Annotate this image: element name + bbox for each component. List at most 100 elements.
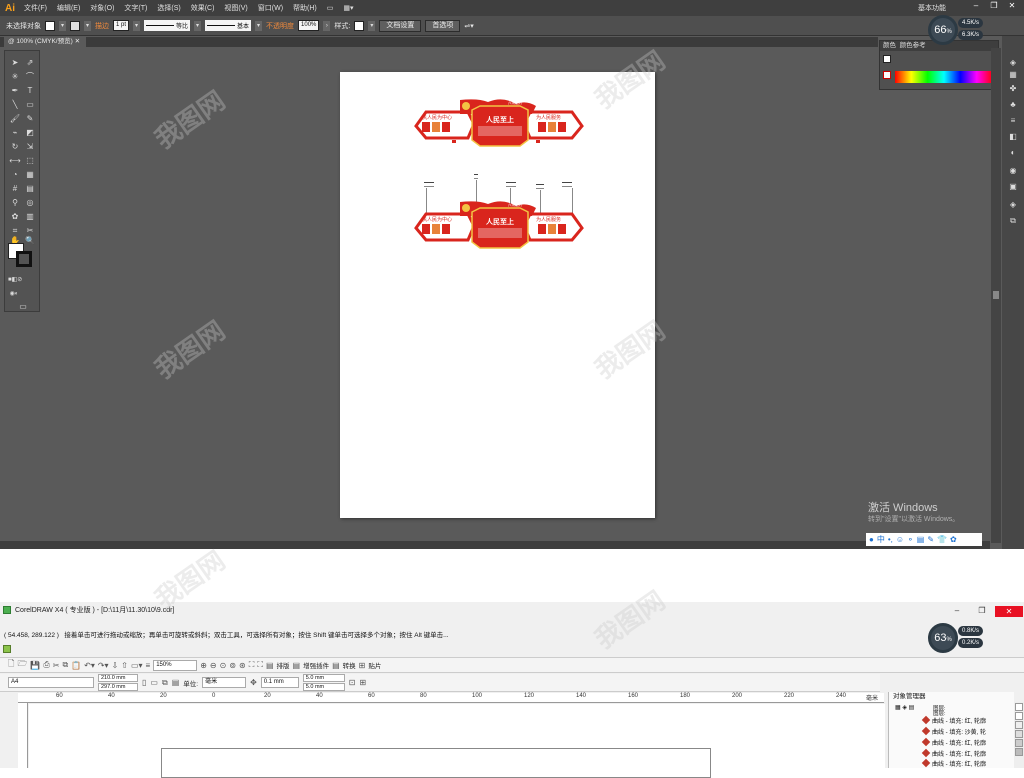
magic-wand-icon[interactable]: ✳ <box>9 71 21 82</box>
page-height-field[interactable]: 297.0 mm <box>98 683 138 691</box>
unit-select[interactable]: 毫米 <box>202 677 247 688</box>
perspective-grid-icon[interactable]: ▦ <box>24 169 36 180</box>
blend-tool-icon[interactable]: ◎ <box>24 197 36 208</box>
zoom-page-icon[interactable]: ⊛ <box>239 661 246 670</box>
chevron-down-icon[interactable]: ▾ <box>133 20 141 31</box>
layout-icon[interactable]: ▤ <box>266 661 274 670</box>
draw-mode-icon[interactable]: ◉◐ <box>8 289 20 300</box>
document-setup-button[interactable]: 文档设置 <box>379 19 422 32</box>
color-guide-icon[interactable]: ◈ <box>1007 58 1019 68</box>
preferences-button[interactable]: 首选项 <box>425 19 461 32</box>
selection-tool-icon[interactable]: ➤ <box>9 57 21 68</box>
convert-button[interactable]: 转换 <box>343 660 356 670</box>
variable-width-profile[interactable]: 等比 <box>144 20 191 31</box>
menu-view[interactable]: 视图(V) <box>219 3 252 13</box>
export-icon[interactable]: ⇧ <box>121 661 128 670</box>
close-tab-icon[interactable]: ✕ <box>75 38 80 45</box>
ime-toolbar[interactable]: ● 中 •, ☺ ⚬ ▤ ✎ 👕 ✿ <box>866 533 982 546</box>
convert-icon[interactable]: ▤ <box>332 661 340 670</box>
corel-online-icon[interactable]: ≡ <box>146 661 151 670</box>
appearance-icon[interactable]: ◉ <box>1007 166 1019 176</box>
zoom-level-select[interactable]: 150% <box>153 659 198 671</box>
palette-swatch[interactable] <box>1015 739 1023 747</box>
color-spectrum[interactable] <box>895 71 993 83</box>
zoom-tool-icon[interactable]: 🔍 <box>24 235 36 246</box>
brushes-icon[interactable]: ✤ <box>1007 84 1019 94</box>
arrange-docs-icon[interactable]: ▦▾ <box>338 4 358 12</box>
new-icon[interactable]: 🗋 <box>8 658 14 672</box>
chevron-down-icon[interactable]: ▾ <box>194 20 202 31</box>
workspace-switcher[interactable]: 基本功能 <box>918 3 946 13</box>
settings-icon[interactable]: ✿ <box>950 535 957 544</box>
gradient-icon[interactable]: ◧ <box>1007 132 1019 142</box>
menu-object[interactable]: 对象(O) <box>85 3 119 13</box>
stroke-icon[interactable]: ≡ <box>1007 116 1019 126</box>
copy-icon[interactable]: ⧉ <box>62 660 68 670</box>
color-mode-icon[interactable]: ■◧⊘ <box>8 275 22 286</box>
eraser-icon[interactable]: ◩ <box>24 127 36 138</box>
free-transform-icon[interactable]: ⬚ <box>24 155 36 166</box>
cut-icon[interactable]: ✂ <box>53 661 60 670</box>
shape-builder-icon[interactable]: ◔ <box>9 169 21 180</box>
app-launcher-icon[interactable]: ▭▾ <box>131 661 143 670</box>
drawing-canvas[interactable] <box>29 704 885 778</box>
gradient-tool-icon[interactable]: ▤ <box>24 183 36 194</box>
zoom-all-icon[interactable]: ⊚ <box>229 661 236 670</box>
width-tool-icon[interactable]: ⟷ <box>9 155 21 166</box>
palette-swatch[interactable] <box>1015 748 1023 756</box>
object-list-item[interactable]: 曲线 - 填充: 红, 轮廓 <box>923 716 986 725</box>
all-pages-icon[interactable]: ⧉ <box>162 678 168 688</box>
close-button[interactable]: ✕ <box>1004 1 1020 11</box>
opacity-label[interactable]: 不透明度 <box>266 21 294 31</box>
landscape-icon[interactable]: ▭ <box>150 678 158 687</box>
chevron-down-icon[interactable]: ▾ <box>368 20 376 31</box>
duplicate-y-field[interactable]: 5.0 mm <box>302 683 345 691</box>
page-width-field[interactable]: 210.0 mm <box>98 674 138 682</box>
fit-icon[interactable]: ⛶ <box>257 660 263 670</box>
paste-tile-icon[interactable]: ⊞ <box>359 661 366 670</box>
vertical-scrollbar[interactable] <box>991 48 1001 543</box>
palette-swatch[interactable] <box>1015 712 1023 720</box>
rectangle-tool-icon[interactable]: ▭ <box>24 99 36 110</box>
skin-icon[interactable]: ✎ <box>927 535 934 544</box>
direct-selection-tool-icon[interactable]: ⇗ <box>24 57 36 68</box>
layout-button[interactable]: 排版 <box>277 660 290 670</box>
open-icon[interactable]: 🗁 <box>17 658 27 672</box>
chevron-down-icon[interactable]: ▾ <box>255 20 263 31</box>
artboard[interactable]: 执人民为中心 为人民服务 人民至上 六项之约 执人民为中心 为人民服务 人民至上 <box>340 72 655 518</box>
undo-icon[interactable]: ↶▾ <box>84 661 95 670</box>
bridge-icon[interactable]: ▭ <box>322 4 339 12</box>
fill-mini-swatch[interactable] <box>883 55 891 63</box>
current-page-icon[interactable]: ▤ <box>172 678 180 687</box>
brush-definition[interactable]: 基本 <box>205 20 252 31</box>
palette-swatch[interactable] <box>1015 703 1023 711</box>
artboards-icon[interactable]: ⧉ <box>1007 216 1019 226</box>
palette-swatch[interactable] <box>1015 721 1023 729</box>
pen-tool-icon[interactable]: ✒ <box>9 85 21 96</box>
transparency-icon[interactable]: ◐ <box>1007 148 1019 158</box>
redo-icon[interactable]: ↷▾ <box>98 661 109 670</box>
none-swatch[interactable] <box>883 71 891 79</box>
object-list-item[interactable]: 曲线 - 填充: 红, 轮廓 <box>923 738 986 747</box>
zoom-selected-icon[interactable]: ⊙ <box>220 661 227 670</box>
pan-icon[interactable]: ⛶ <box>249 660 255 670</box>
minimize-button[interactable]: – <box>950 606 964 616</box>
paste-icon[interactable]: 📋 <box>71 661 81 670</box>
keyboard-icon[interactable]: ▤ <box>917 535 925 544</box>
shirt-icon[interactable]: 👕 <box>937 535 947 544</box>
arrange-icon[interactable]: ⇌▾ <box>464 22 473 30</box>
menu-effect[interactable]: 效果(C) <box>186 3 220 13</box>
object-list-item[interactable]: 曲线 - 填充: 红, 轮廓 <box>923 759 986 768</box>
duplicate-x-field[interactable]: 5.0 mm <box>302 674 345 682</box>
pencil-icon[interactable]: ✎ <box>24 113 36 124</box>
stroke-label[interactable]: 描边 <box>95 21 109 31</box>
graphic-styles-icon[interactable]: ▣ <box>1007 182 1019 192</box>
emoji-icon[interactable]: ☺ <box>896 535 904 544</box>
restore-button[interactable]: ❐ <box>975 606 989 616</box>
stroke-color-swatch[interactable] <box>70 20 80 31</box>
line-tool-icon[interactable]: ╲ <box>9 99 21 110</box>
symbols-icon[interactable]: ♣ <box>1007 100 1019 110</box>
rotate-tool-icon[interactable]: ↻ <box>9 141 21 152</box>
document-tab[interactable]: @ 100% (CMYK/预览) ✕ <box>4 37 87 47</box>
stroke-weight-field[interactable]: 1 pt <box>113 20 130 31</box>
